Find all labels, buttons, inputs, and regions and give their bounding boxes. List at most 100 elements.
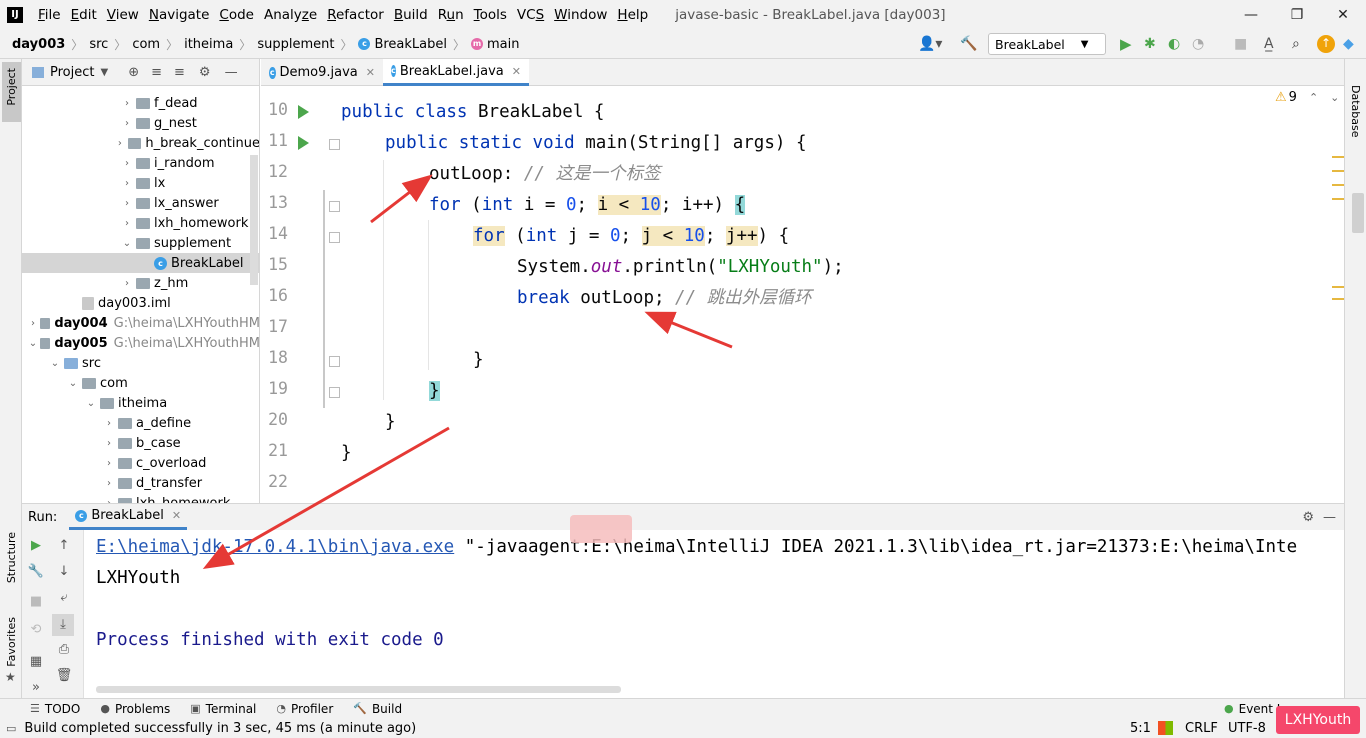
trash-icon[interactable]: 🗑: [54, 668, 74, 683]
run-gutter-icon[interactable]: [298, 105, 309, 119]
plugin-icon[interactable]: ◆: [1343, 36, 1354, 52]
chevron-down-icon[interactable]: ▼: [100, 67, 108, 78]
fold-marker-icon[interactable]: [329, 387, 340, 398]
profile-icon[interactable]: ◔: [1192, 36, 1204, 52]
close-window-button[interactable]: ✕: [1320, 0, 1366, 30]
chevron-right-icon[interactable]: ›: [120, 118, 134, 129]
restore-layout-icon[interactable]: ⟲: [26, 622, 46, 637]
close-tab-icon[interactable]: ✕: [366, 66, 375, 79]
tree-item[interactable]: › day004 G:\heima\LXHYouthHM: [22, 313, 259, 333]
java-path-link[interactable]: E:\heima\jdk-17.0.4.1\bin\java.exe: [96, 537, 454, 557]
run-tab-breaklabel[interactable]: c BreakLabel ✕: [69, 504, 188, 530]
menu-window[interactable]: Window: [549, 7, 612, 23]
chevron-right-icon[interactable]: ›: [120, 158, 134, 169]
breadcrumb-item-itheima[interactable]: itheima: [184, 37, 233, 52]
line-separator[interactable]: CRLF: [1185, 721, 1218, 736]
layout-icon[interactable]: ▦: [26, 654, 46, 669]
line-number[interactable]: 19: [261, 379, 288, 398]
restore-button[interactable]: ❐: [1274, 0, 1320, 30]
breadcrumb-item-day003[interactable]: day003: [12, 37, 65, 52]
tree-item[interactable]: › z_hm: [22, 273, 259, 293]
tree-item[interactable]: ⌄ day005 G:\heima\LXHYouthHM: [22, 333, 259, 353]
debug-icon[interactable]: ✱: [1144, 36, 1156, 52]
close-tab-icon[interactable]: ✕: [172, 509, 181, 522]
status-message[interactable]: Build completed successfully in 3 sec, 4…: [24, 721, 416, 736]
run-gutter-icon[interactable]: [298, 136, 309, 150]
fold-marker-icon[interactable]: [329, 232, 340, 243]
more-icon[interactable]: »: [26, 680, 46, 695]
soft-wrap-icon[interactable]: ⤶: [54, 590, 74, 605]
update-icon[interactable]: ↑: [1317, 35, 1335, 53]
menu-build[interactable]: Build: [389, 7, 433, 23]
tree-item[interactable]: ⌄ supplement: [22, 233, 259, 253]
tree-item[interactable]: › lxh_homework: [22, 213, 259, 233]
line-number[interactable]: 17: [261, 317, 288, 336]
menu-tools[interactable]: Tools: [469, 7, 512, 23]
caret-position[interactable]: 5:1: [1130, 721, 1151, 736]
chevron-right-icon[interactable]: ›: [120, 218, 134, 229]
chevron-right-icon[interactable]: ›: [102, 458, 116, 469]
chevron-right-icon[interactable]: ›: [102, 438, 116, 449]
collapse-all-icon[interactable]: ≡: [174, 65, 185, 80]
menu-file[interactable]: File: [33, 7, 66, 23]
line-number[interactable]: 21: [261, 441, 288, 460]
stop-icon[interactable]: ■: [26, 594, 46, 609]
file-encoding[interactable]: UTF-8: [1228, 721, 1266, 736]
fold-marker-icon[interactable]: [329, 139, 340, 150]
line-number[interactable]: 22: [261, 472, 288, 491]
chevron-right-icon[interactable]: ›: [102, 478, 116, 489]
chevron-right-icon[interactable]: ›: [120, 178, 134, 189]
chevron-down-icon[interactable]: ⌄: [1330, 91, 1339, 104]
chevron-right-icon[interactable]: ›: [120, 278, 134, 289]
tree-item[interactable]: › lxh_homework: [22, 493, 259, 503]
wrench-icon[interactable]: 🔧: [26, 564, 46, 579]
minimize-button[interactable]: —: [1228, 0, 1274, 30]
line-number[interactable]: 11: [261, 131, 288, 150]
favorites-tab[interactable]: Favorites: [5, 617, 18, 667]
problems-tab[interactable]: ● Problems: [100, 702, 170, 716]
tab-breaklabel[interactable]: c BreakLabel.java ✕: [383, 59, 529, 86]
scroll-down-icon[interactable]: ↓: [54, 564, 74, 579]
chevron-right-icon[interactable]: ›: [102, 418, 116, 429]
project-scrollbar[interactable]: [250, 155, 258, 285]
settings-gear-icon[interactable]: ⚙: [1302, 510, 1314, 525]
terminal-tab[interactable]: ▣ Terminal: [190, 702, 256, 716]
coverage-icon[interactable]: ◐: [1168, 36, 1180, 52]
tree-item[interactable]: c BreakLabel: [22, 253, 259, 273]
user-icon[interactable]: 👤▾: [918, 36, 942, 52]
locate-icon[interactable]: ⊕: [128, 65, 139, 80]
chevron-up-icon[interactable]: ⌃: [1309, 91, 1318, 104]
tree-item[interactable]: › g_nest: [22, 113, 259, 133]
line-number[interactable]: 15: [261, 255, 288, 274]
tree-item[interactable]: › i_random: [22, 153, 259, 173]
line-number[interactable]: 14: [261, 224, 288, 243]
menu-help[interactable]: Help: [612, 7, 653, 23]
tree-item[interactable]: › h_break_continue: [22, 133, 259, 153]
inspection-widget[interactable]: ⚠ 9 ⌃ ⌄: [1275, 90, 1339, 105]
chevron-down-icon[interactable]: ⌄: [48, 358, 62, 369]
chevron-down-icon[interactable]: ⌄: [84, 398, 98, 409]
project-view-title[interactable]: Project: [50, 65, 94, 80]
fold-marker-icon[interactable]: [329, 356, 340, 367]
breadcrumb-item-main[interactable]: m main: [471, 37, 520, 52]
database-tab[interactable]: Database: [1349, 85, 1362, 138]
chevron-right-icon[interactable]: ›: [28, 318, 38, 329]
tree-item[interactable]: ⌄ src: [22, 353, 259, 373]
tree-item[interactable]: › a_define: [22, 413, 259, 433]
chevron-right-icon[interactable]: ›: [113, 138, 126, 149]
line-number[interactable]: 10: [261, 100, 288, 119]
chevron-right-icon[interactable]: ›: [120, 198, 134, 209]
code-editor[interactable]: public class BreakLabel { public static …: [341, 86, 1344, 503]
print-icon[interactable]: ⎙: [54, 642, 74, 657]
menu-run[interactable]: Run: [433, 7, 469, 23]
console-output[interactable]: E:\heima\jdk-17.0.4.1\bin\java.exe "-jav…: [96, 530, 1336, 700]
chevron-down-icon[interactable]: ⌄: [66, 378, 80, 389]
translate-icon[interactable]: A̲: [1264, 36, 1274, 52]
project-tool-tab[interactable]: Project: [2, 62, 21, 122]
structure-tab[interactable]: Structure: [5, 532, 18, 583]
scroll-up-icon[interactable]: ↑: [54, 538, 74, 553]
menu-view[interactable]: View: [102, 7, 144, 23]
line-number[interactable]: 13: [261, 193, 288, 212]
menu-navigate[interactable]: Navigate: [144, 7, 215, 23]
rerun-icon[interactable]: ▶: [26, 538, 46, 553]
